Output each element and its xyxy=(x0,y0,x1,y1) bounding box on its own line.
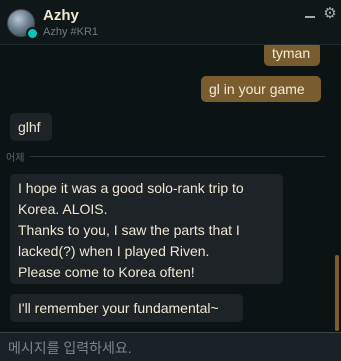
friend-tag: Azhy #KR1 xyxy=(43,26,99,38)
gear-icon[interactable]: ⚙ xyxy=(323,6,337,21)
message-input-area xyxy=(0,332,341,361)
friend-name: Azhy xyxy=(43,7,79,24)
online-status-icon xyxy=(26,27,39,40)
message-input[interactable] xyxy=(6,337,330,359)
date-divider: 어제 xyxy=(0,149,341,164)
message-line: lacked(?) when I played Riven. xyxy=(18,243,210,259)
divider-line xyxy=(30,156,325,157)
message-bubble-received: glhf xyxy=(10,113,52,141)
message-line: Thanks to you, I saw the parts that I xyxy=(18,222,240,238)
minimize-icon[interactable] xyxy=(303,8,317,22)
message-bubble-received: I'll remember your fundamental~ xyxy=(10,294,243,322)
chat-header: Azhy Azhy #KR1 ⚙ xyxy=(0,0,341,45)
message-line: Please come to Korea often! xyxy=(18,264,195,280)
chat-messages[interactable]: tyman gl in your game glhf 어제 I hope it … xyxy=(0,45,341,330)
message-bubble-received: I hope it was a good solo-rank trip to K… xyxy=(10,174,283,284)
chat-scrollbar[interactable] xyxy=(335,255,339,331)
date-divider-label: 어제 xyxy=(6,153,25,164)
message-line: I hope it was a good solo-rank trip to xyxy=(18,180,244,196)
message-line: Korea. ALOIS. xyxy=(18,201,108,217)
message-bubble-sent: gl in your game xyxy=(201,76,321,102)
message-bubble-sent: tyman xyxy=(264,45,320,66)
